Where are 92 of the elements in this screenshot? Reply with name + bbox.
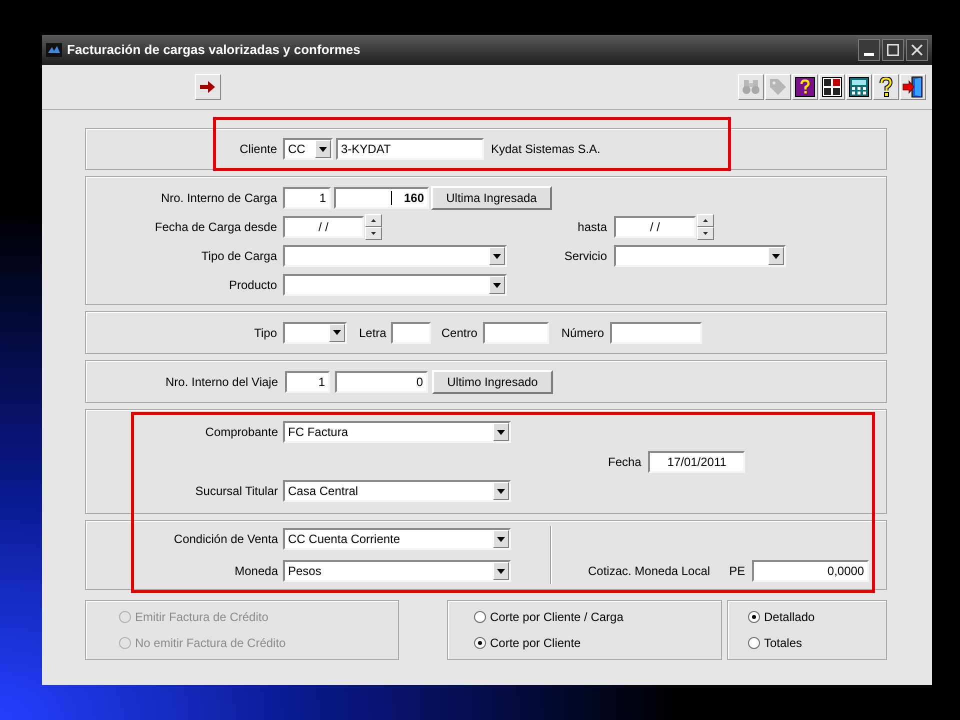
input-field[interactable]: / / <box>283 216 364 238</box>
radio-button[interactable] <box>474 637 486 649</box>
dropdown-field[interactable] <box>283 245 507 267</box>
dropdown-field[interactable] <box>283 322 347 344</box>
action-button[interactable]: Ultimo Ingresado <box>432 370 553 394</box>
maximize-icon <box>887 44 899 56</box>
dropdown-field[interactable]: CC <box>283 138 333 160</box>
field-label: Nro. Interno del Viaje <box>165 374 278 390</box>
caret-icon <box>493 282 501 288</box>
caret-icon <box>493 254 501 258</box>
field-label: Fecha de Carga desde <box>154 219 277 236</box>
toolbar-button[interactable] <box>195 74 221 100</box>
binoculars-icon <box>742 79 760 95</box>
up-caret-icon <box>371 219 376 222</box>
radio-button[interactable] <box>748 611 760 623</box>
input-field[interactable] <box>610 322 702 344</box>
field-label: Nro. Interno de Carga <box>160 190 277 207</box>
caret-icon <box>497 536 505 542</box>
caret-icon <box>497 568 505 574</box>
tag-icon <box>769 78 787 96</box>
radio-label[interactable]: Totales <box>764 634 802 652</box>
caret-icon <box>772 254 780 258</box>
dropdown-field[interactable] <box>283 274 507 296</box>
input-field[interactable] <box>391 322 432 344</box>
caret-icon <box>497 430 505 434</box>
field-label: Cliente <box>240 141 277 158</box>
radio-label[interactable]: Corte por Cliente <box>490 634 581 652</box>
text-cursor <box>390 191 392 205</box>
down-caret-icon <box>703 232 708 235</box>
exit-door-icon <box>902 76 924 98</box>
field-label: Comprobante <box>205 424 278 441</box>
minimize-icon <box>864 53 874 56</box>
field-label: Sucursal Titular <box>195 483 278 500</box>
close-icon <box>911 44 923 56</box>
dropdown-field[interactable]: CC Cuenta Corriente <box>283 528 511 550</box>
dropdown-field[interactable]: Pesos <box>283 560 511 582</box>
input-field[interactable]: 1 <box>285 370 330 392</box>
field-label: Centro <box>441 324 478 342</box>
arrow-right-icon <box>200 80 216 94</box>
spin-down-button[interactable] <box>697 227 714 240</box>
spin-up-button[interactable] <box>697 214 714 227</box>
help-icon <box>879 77 893 97</box>
field-label: Producto <box>228 277 277 294</box>
caret-icon <box>319 146 327 152</box>
field-label: Moneda <box>234 563 278 580</box>
field-label: Condición de Venta <box>174 531 278 548</box>
currency-code: PE <box>729 563 746 580</box>
field-label: Tipo de Carga <box>201 248 277 265</box>
dropdown-field[interactable] <box>614 245 786 267</box>
toolbar-button[interactable] <box>819 74 845 100</box>
down-caret-icon <box>371 232 376 235</box>
input-field[interactable]: 17/01/2011 <box>648 450 746 472</box>
field-label: Cotizac. Moneda Local <box>588 563 710 580</box>
up-caret-icon <box>703 219 708 222</box>
dropdown-field[interactable]: FC Factura <box>283 421 511 443</box>
app-icon <box>46 43 62 57</box>
caret-icon <box>497 488 505 494</box>
field-label: Número <box>561 324 604 342</box>
field-label: Letra <box>359 324 386 342</box>
dropdown-field[interactable]: Casa Central <box>283 480 511 502</box>
toolbar-button[interactable] <box>873 74 899 100</box>
minimize-button[interactable] <box>858 39 880 61</box>
caret-icon <box>333 330 341 335</box>
input-field[interactable]: 3-KYDAT <box>336 138 484 160</box>
radio-button[interactable] <box>474 611 486 623</box>
field-value: 160 <box>404 190 424 207</box>
input-field[interactable]: 0 <box>335 370 428 392</box>
close-button[interactable] <box>906 39 928 61</box>
client-name: Kydat Sistemas S.A. <box>491 141 600 158</box>
window-title: Facturación de cargas valorizadas y conformes <box>67 41 360 60</box>
radio-label[interactable]: Corte por Cliente / Carga <box>490 608 624 626</box>
input-field[interactable]: 1 <box>283 187 331 209</box>
toolbar-button[interactable] <box>792 74 818 100</box>
input-field[interactable]: 160 <box>334 187 429 209</box>
radio-label[interactable]: Detallado <box>764 608 815 626</box>
number-grid-icon <box>822 77 842 97</box>
field-label: Servicio <box>564 248 607 265</box>
input-field[interactable] <box>483 322 550 344</box>
field-label: Fecha <box>608 454 642 470</box>
toolbar-button[interactable] <box>846 74 872 100</box>
spin-down-button[interactable] <box>365 227 382 240</box>
maximize-button[interactable] <box>882 39 904 61</box>
input-field[interactable]: / / <box>614 216 696 238</box>
spin-up-button[interactable] <box>365 214 382 227</box>
input-field[interactable]: 0,0000 <box>752 560 870 582</box>
toolbar-button[interactable] <box>900 74 926 100</box>
radio-button[interactable] <box>748 637 760 649</box>
field-label: hasta <box>578 219 607 236</box>
action-button[interactable]: Ultima Ingresada <box>431 186 552 210</box>
help-icon <box>795 77 815 97</box>
calculator-icon <box>849 77 869 97</box>
field-label: Tipo <box>254 324 277 342</box>
